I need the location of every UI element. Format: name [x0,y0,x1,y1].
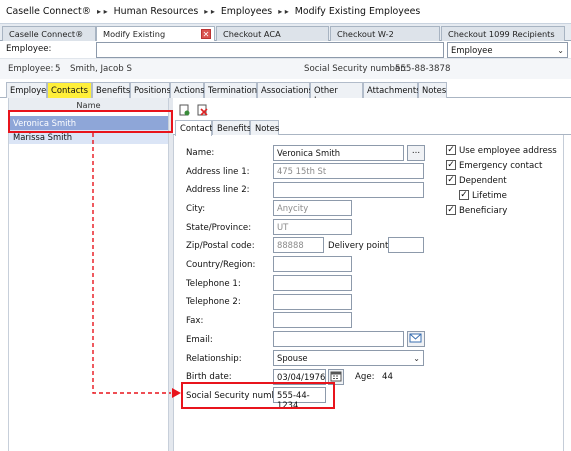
annotation-arrow-icon [92,133,181,398]
